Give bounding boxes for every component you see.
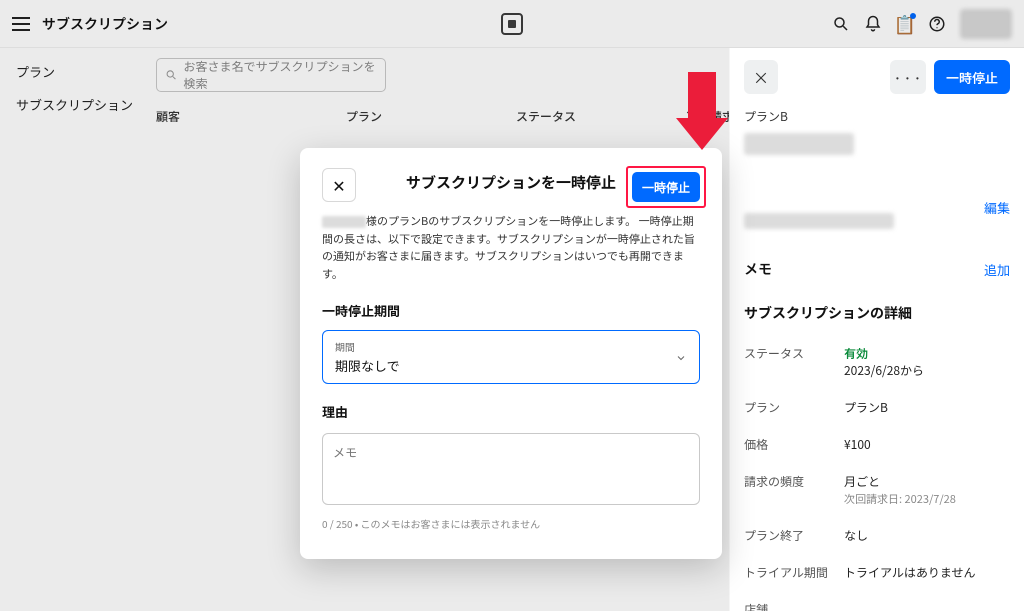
more-button[interactable]: ···: [890, 60, 926, 94]
leftnav-item-subscription[interactable]: サブスクリプション: [16, 95, 134, 114]
modal-close-button[interactable]: ✕: [322, 168, 356, 202]
detail-panel: × ··· 一時停止 プランB 編集 メモ 追加 サブスクリプションの詳細 ステ…: [729, 48, 1024, 611]
th-status: ステータス: [516, 108, 686, 125]
account-avatar[interactable]: [960, 9, 1012, 39]
detail-row-status: ステータス 有効2023/6/28から: [744, 335, 1010, 389]
hamburger-icon[interactable]: [12, 17, 30, 31]
reason-label: 理由: [322, 402, 700, 421]
panel-plan-label: プランB: [744, 108, 1010, 125]
detail-row-store: 店舗: [744, 591, 1010, 611]
period-select-value: 期限なしで: [335, 356, 687, 375]
th-customer: 顧客: [156, 108, 346, 125]
annotation-arrow-icon: [676, 72, 728, 154]
leftnav-item-plan[interactable]: プラン: [16, 62, 134, 81]
memo-counter: 0 / 250 • このメモはお客さまには表示されません: [322, 516, 700, 531]
left-nav: プラン サブスクリプション: [0, 48, 150, 611]
clipboard-icon[interactable]: 📋: [896, 15, 914, 33]
search-input[interactable]: お客さま名でサブスクリプションを検索: [156, 58, 386, 92]
square-logo-icon: [501, 13, 523, 35]
search-icon[interactable]: [832, 15, 850, 33]
search-placeholder: お客さま名でサブスクリプションを検索: [184, 58, 377, 92]
search-icon: [165, 68, 178, 82]
memo-label: メモ: [744, 259, 772, 279]
period-label: 一時停止期間: [322, 301, 700, 320]
edit-link[interactable]: 編集: [984, 198, 1010, 217]
th-plan: プラン: [346, 108, 516, 125]
reason-textarea[interactable]: [322, 433, 700, 505]
note-redacted: [744, 213, 894, 229]
period-select-label: 期間: [335, 339, 687, 354]
detail-row-price: 価格¥100: [744, 426, 1010, 463]
detail-row-plan: プランプランB: [744, 389, 1010, 426]
add-link[interactable]: 追加: [984, 260, 1010, 279]
customer-name-redacted: [744, 133, 854, 155]
annotation-highlight: 一時停止: [626, 166, 706, 208]
detail-row-end: プラン終了なし: [744, 517, 1010, 554]
pause-modal: ✕ サブスクリプションを一時停止 一時停止 様のプランBのサブスクリプションを一…: [300, 148, 722, 559]
topbar: サブスクリプション 📋: [0, 0, 1024, 48]
detail-row-trial: トライアル期間トライアルはありません: [744, 554, 1010, 591]
help-icon[interactable]: [928, 15, 946, 33]
detail-row-freq: 請求の頻度月ごと次回請求日: 2023/7/28: [744, 463, 1010, 517]
detail-heading: サブスクリプションの詳細: [744, 303, 1010, 323]
chevron-down-icon: [675, 345, 687, 369]
period-select[interactable]: 期間 期限なしで: [322, 330, 700, 384]
modal-description: 様のプランBのサブスクリプションを一時停止します。 一時停止期間の長さは、以下で…: [322, 213, 700, 283]
panel-pause-button[interactable]: 一時停止: [934, 60, 1010, 94]
bell-icon[interactable]: [864, 15, 882, 33]
panel-close-button[interactable]: ×: [744, 60, 778, 94]
modal-pause-button[interactable]: 一時停止: [632, 172, 700, 202]
page-title: サブスクリプション: [42, 14, 168, 34]
